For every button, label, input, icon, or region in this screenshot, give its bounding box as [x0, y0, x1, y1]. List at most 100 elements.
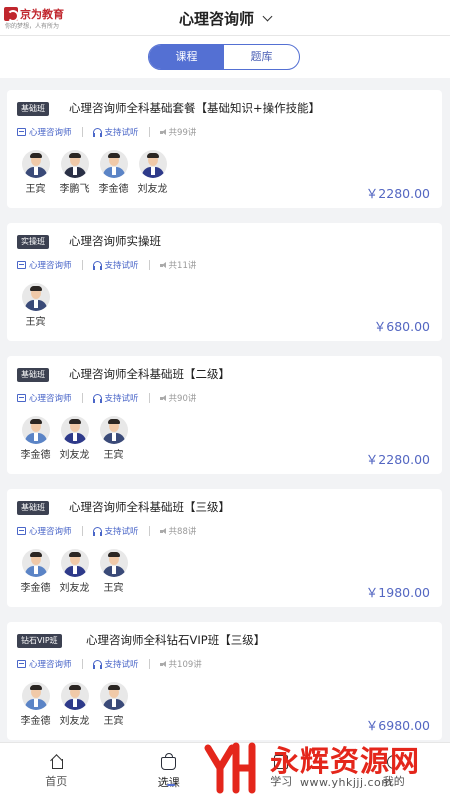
watermark: 永辉资源网 www.yhkjjj.com	[196, 738, 450, 796]
course-category-label: 心理咨询师	[29, 527, 72, 537]
teacher[interactable]: 李金德	[94, 150, 133, 195]
headphones-icon	[92, 128, 102, 137]
course-badge: 实操班	[17, 235, 49, 249]
lesson-count: 共99讲	[159, 126, 197, 138]
teacher[interactable]: 王宾	[94, 416, 133, 461]
category-icon	[17, 128, 26, 136]
category-icon	[17, 261, 26, 269]
headphones-icon	[92, 394, 102, 403]
course-price: ￥680.00	[373, 319, 430, 334]
watermark-logo-icon	[204, 742, 256, 794]
teacher[interactable]: 李鹏飞	[55, 150, 94, 195]
teacher-avatar	[21, 549, 50, 577]
shopping-bag-icon	[161, 753, 177, 770]
lesson-count: 共11讲	[159, 259, 197, 271]
meta-divider	[148, 659, 150, 669]
teacher[interactable]: 王宾	[94, 549, 133, 594]
nav-home-label: 首页	[45, 775, 68, 788]
watermark-name: 永辉资源网	[270, 744, 421, 778]
tab-question-bank[interactable]: 题库	[224, 45, 299, 69]
course-category: 心理咨询师	[17, 126, 72, 138]
teacher[interactable]: 李金德	[16, 416, 55, 461]
course-category: 心理咨询师	[17, 259, 72, 271]
teacher[interactable]: 王宾	[16, 283, 55, 328]
course-price: ￥1980.00	[365, 585, 430, 600]
course-price: ￥6980.00	[365, 718, 430, 733]
category-icon	[17, 660, 26, 668]
teacher-avatar	[60, 549, 89, 577]
course-title[interactable]: 心理咨询师实操班	[69, 233, 161, 249]
course-card[interactable]: 实操班 心理咨询师实操班 心理咨询师 支持试听 共11讲 王宾 ￥680.00	[7, 223, 442, 341]
course-meta: 心理咨询师 支持试听 共90讲	[17, 392, 196, 404]
course-category-label: 心理咨询师	[29, 128, 72, 138]
tab-courses[interactable]: 课程	[149, 45, 224, 69]
course-title[interactable]: 心理咨询师全科基础班【二级】	[69, 366, 230, 382]
meta-divider	[81, 659, 83, 669]
teacher-name: 王宾	[103, 716, 124, 727]
course-category: 心理咨询师	[17, 525, 72, 537]
course-badge: 基础班	[17, 368, 49, 382]
category-selector[interactable]: 心理咨询师	[0, 8, 450, 29]
lesson-count-label: 共90讲	[168, 394, 197, 404]
lesson-count-label: 共11讲	[168, 261, 197, 271]
course-badge: 基础班	[17, 501, 49, 515]
trial-support-label: 支持试听	[104, 261, 139, 271]
course-title[interactable]: 心理咨询师全科基础班【三级】	[69, 499, 230, 515]
home-icon	[50, 755, 63, 769]
course-category-label: 心理咨询师	[29, 261, 72, 271]
teacher-list: 李金德 刘友龙 王宾	[16, 416, 133, 461]
lesson-count: 共109讲	[159, 658, 202, 670]
speaker-icon	[159, 527, 166, 535]
meta-divider	[81, 260, 83, 270]
course-meta: 心理咨询师 支持试听 共109讲	[17, 658, 202, 670]
speaker-icon	[159, 394, 166, 402]
teacher-name: 王宾	[25, 184, 46, 195]
nav-home[interactable]: 首页	[0, 743, 113, 797]
teacher[interactable]: 刘友龙	[55, 549, 94, 594]
teacher[interactable]: 刘友龙	[133, 150, 172, 195]
course-card[interactable]: 基础班 心理咨询师全科基础班【三级】 心理咨询师 支持试听 共88讲 李金德 刘友…	[7, 489, 442, 607]
watermark-url: www.yhkjjj.com	[300, 776, 393, 789]
headphones-icon	[92, 527, 102, 536]
category-icon	[17, 527, 26, 535]
teacher-avatar	[138, 150, 167, 178]
meta-divider	[148, 260, 150, 270]
course-card[interactable]: 基础班 心理咨询师全科基础班【二级】 心理咨询师 支持试听 共90讲 李金德 刘友…	[7, 356, 442, 474]
teacher[interactable]: 刘友龙	[55, 682, 94, 727]
meta-divider	[148, 526, 150, 536]
tab-bar: 课程 题库	[0, 36, 450, 78]
course-meta: 心理咨询师 支持试听 共11讲	[17, 259, 196, 271]
teacher-name: 李鹏飞	[59, 184, 90, 195]
teacher[interactable]: 李金德	[16, 682, 55, 727]
page-title[interactable]: 心理咨询师	[179, 10, 254, 28]
meta-divider	[81, 393, 83, 403]
course-title[interactable]: 心理咨询师全科钻石VIP班【三级】	[86, 632, 265, 648]
teacher-list: 王宾 李鹏飞 李金德 刘友龙	[16, 150, 172, 195]
teacher-avatar	[21, 416, 50, 444]
teacher[interactable]: 王宾	[94, 682, 133, 727]
meta-divider	[148, 393, 150, 403]
lesson-count-label: 共99讲	[168, 128, 197, 138]
trial-support-label: 支持试听	[104, 660, 139, 670]
teacher[interactable]: 王宾	[16, 150, 55, 195]
app-header: 京为教育 你的梦想，人有所为 心理咨询师	[0, 0, 450, 36]
teacher-name: 李金德	[20, 583, 51, 594]
course-card[interactable]: 钻石VIP班 心理咨询师全科钻石VIP班【三级】 心理咨询师 支持试听 共109…	[7, 622, 442, 740]
course-meta: 心理咨询师 支持试听 共99讲	[17, 126, 196, 138]
category-icon	[17, 394, 26, 402]
teacher-name: 刘友龙	[137, 184, 168, 195]
course-category: 心理咨询师	[17, 658, 72, 670]
course-title[interactable]: 心理咨询师全科基础套餐【基础知识+操作技能】	[69, 100, 320, 116]
speaker-icon	[159, 660, 166, 668]
teacher-name: 王宾	[103, 450, 124, 461]
chevron-down-icon[interactable]	[262, 11, 273, 22]
trial-support: 支持试听	[92, 126, 139, 138]
course-card[interactable]: 基础班 心理咨询师全科基础套餐【基础知识+操作技能】 心理咨询师 支持试听 共9…	[7, 90, 442, 208]
teacher[interactable]: 李金德	[16, 549, 55, 594]
lesson-count: 共88讲	[159, 525, 196, 537]
teacher-avatar	[99, 682, 128, 710]
teacher[interactable]: 刘友龙	[55, 416, 94, 461]
teacher-name: 李金德	[98, 184, 129, 195]
course-badge: 基础班	[17, 102, 49, 116]
teacher-avatar	[99, 549, 128, 577]
